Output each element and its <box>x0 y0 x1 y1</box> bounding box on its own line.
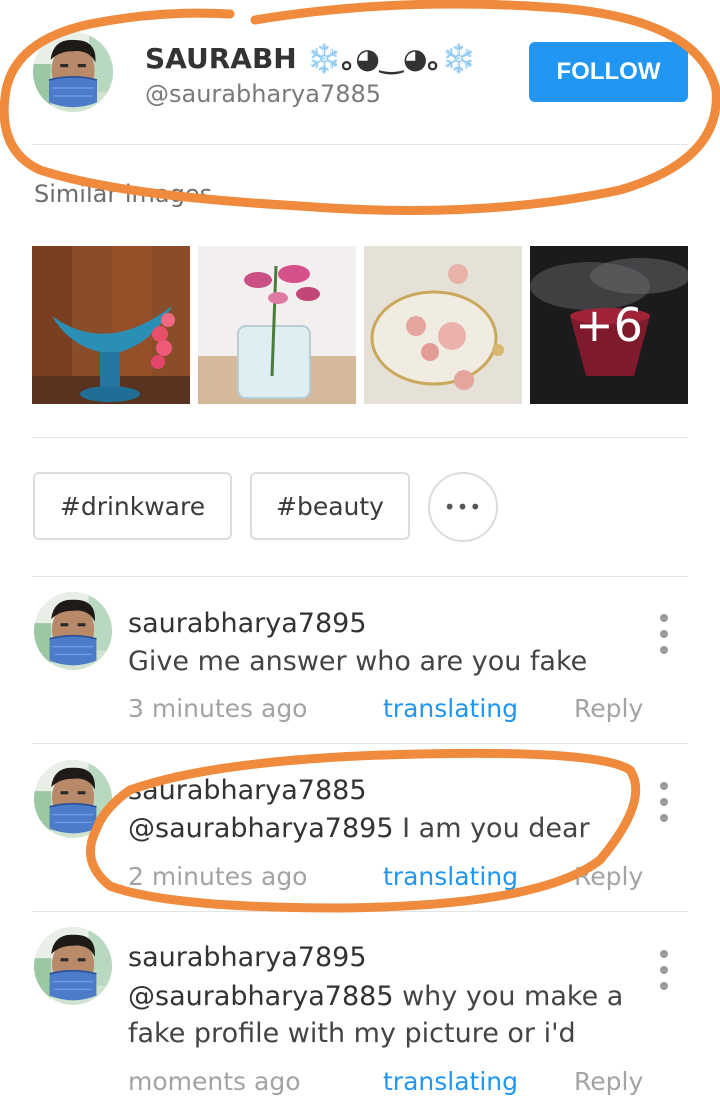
comment-time: 3 minutes ago <box>128 694 308 723</box>
translate-link[interactable]: translating <box>383 862 518 891</box>
follow-button[interactable]: FOLLOW <box>529 42 688 102</box>
comment-username[interactable]: saurabharya7885 <box>128 775 367 806</box>
more-tags-button[interactable]: ••• <box>428 472 498 542</box>
translate-link[interactable]: translating <box>383 1067 518 1096</box>
comment-username[interactable]: saurabharya7895 <box>128 942 367 973</box>
divider <box>32 437 688 438</box>
comment-avatar[interactable] <box>34 927 112 1005</box>
similar-image-3[interactable] <box>364 246 522 404</box>
similar-images-title: Similar images <box>34 180 213 208</box>
divider <box>32 576 688 577</box>
divider <box>32 911 688 912</box>
reply-button[interactable]: Reply <box>574 862 643 891</box>
profile-handle: @saurabharya7885 <box>145 80 382 108</box>
similar-image-2[interactable] <box>198 246 356 404</box>
comment-mention[interactable]: @saurabharya7885 <box>128 981 394 1012</box>
similar-image-1[interactable] <box>32 246 190 404</box>
comment-text: Give me answer who are you fake <box>128 643 648 680</box>
comment-body: I am you dear <box>393 813 590 844</box>
comment-text: @saurabharya7895 I am you dear <box>128 810 648 847</box>
more-images-count[interactable]: +6 <box>530 246 688 404</box>
reply-button[interactable]: Reply <box>574 694 643 723</box>
profile-name[interactable]: SAURABH ❄️｡◕‿◕｡❄️ <box>145 37 476 77</box>
tag-drinkware[interactable]: #drinkware <box>33 472 232 540</box>
comment-avatar[interactable] <box>34 760 112 838</box>
comment-body: Give me answer who are you fake <box>128 646 588 677</box>
comment-mention[interactable]: @saurabharya7895 <box>128 813 394 844</box>
more-options-icon[interactable] <box>652 950 676 990</box>
reply-button[interactable]: Reply <box>574 1067 643 1096</box>
comment-time: moments ago <box>128 1067 301 1096</box>
comment-username[interactable]: saurabharya7895 <box>128 608 367 639</box>
divider <box>32 144 688 145</box>
similar-image-4[interactable]: +6 <box>530 246 688 404</box>
more-options-icon[interactable] <box>652 782 676 822</box>
translate-link[interactable]: translating <box>383 694 518 723</box>
comment-avatar[interactable] <box>34 592 112 670</box>
profile-avatar[interactable] <box>33 32 113 112</box>
divider <box>32 743 688 744</box>
tag-beauty[interactable]: #beauty <box>250 472 410 540</box>
comment-text: @saurabharya7885 why you make a fake pro… <box>128 978 648 1052</box>
comment-time: 2 minutes ago <box>128 862 308 891</box>
more-options-icon[interactable] <box>652 614 676 654</box>
